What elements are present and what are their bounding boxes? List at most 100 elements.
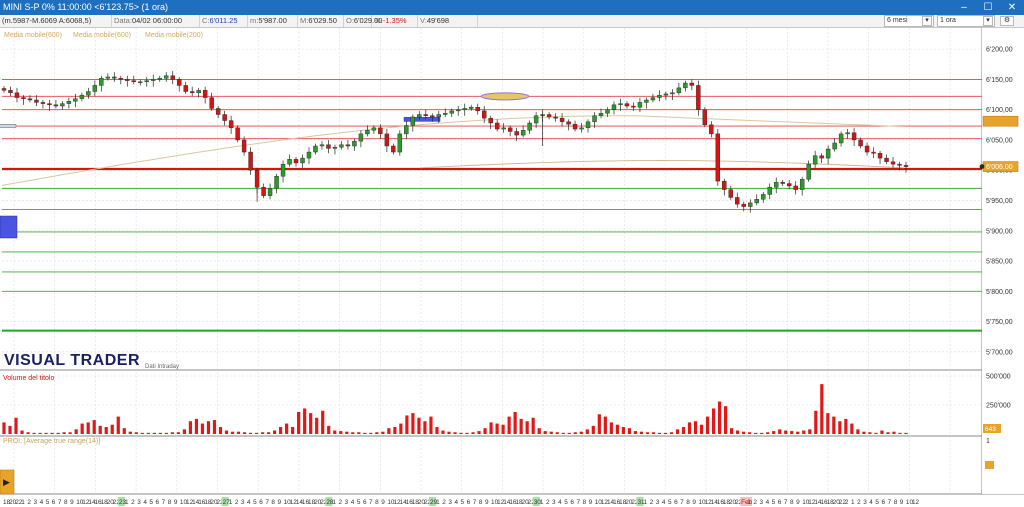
minimize-button[interactable]: –	[952, 0, 976, 15]
time-tick-label: 6	[467, 499, 471, 506]
volume-bar	[429, 416, 433, 434]
volume-bar	[597, 414, 601, 434]
chart-area[interactable]: 6'200,006'150,006'100,006'050,006'000,00…	[0, 28, 1024, 507]
volume-bar	[32, 432, 36, 434]
candle-body	[267, 188, 273, 196]
volume-bar	[856, 429, 860, 434]
volume-bar	[760, 432, 764, 434]
time-tick-label: 4	[766, 499, 770, 506]
chart-settings-icon[interactable]: ⚙	[1000, 16, 1014, 26]
drawing-rectangle	[403, 117, 441, 122]
candle-body	[670, 92, 675, 95]
interval-dropdown-icon[interactable]: ▾	[983, 16, 993, 26]
candle-body	[319, 144, 325, 147]
volume-bar	[657, 432, 662, 434]
period-dropdown-icon[interactable]: ▾	[922, 16, 932, 26]
volume-bar	[796, 431, 800, 434]
time-tick-label: 7	[888, 499, 892, 506]
volume-bar	[297, 411, 301, 434]
candle-body	[748, 202, 753, 207]
volume-bar	[868, 432, 872, 434]
volume-bar	[693, 421, 698, 434]
volume-bar	[56, 432, 60, 434]
volume-bar	[248, 432, 253, 434]
candle-body	[696, 85, 701, 110]
volume-bar	[802, 430, 806, 434]
time-tick-label: 2	[650, 499, 654, 506]
time-tick-label: 3	[448, 499, 452, 506]
candle-body	[631, 105, 636, 108]
time-tick-label: 8	[686, 499, 690, 506]
time-tick-label: 7	[369, 499, 373, 506]
volume-bar	[411, 413, 415, 434]
volume-bar	[188, 421, 193, 434]
candle-body	[469, 107, 474, 109]
close-button[interactable]: ✕	[1000, 0, 1024, 15]
last-price-label: 6'006.00	[986, 164, 1013, 171]
volume-bar	[754, 432, 758, 434]
volume-bar	[699, 424, 704, 434]
volume-bar	[321, 410, 325, 434]
candle-body	[196, 90, 201, 93]
candle-body	[151, 79, 156, 81]
time-tick-label: 3	[34, 499, 38, 506]
candle-body	[657, 94, 662, 98]
volume-bar	[2, 422, 6, 434]
volume-bar	[627, 428, 631, 434]
volume-bar	[555, 432, 559, 434]
candle-body	[79, 94, 85, 99]
maximize-button[interactable]: ☐	[976, 0, 1000, 15]
volume-bar	[200, 423, 205, 434]
time-tick-label: 3	[552, 499, 556, 506]
candle-body	[222, 114, 227, 121]
time-tick-label: 1	[229, 499, 233, 506]
candle-body	[73, 98, 78, 102]
time-tick-label: 1	[332, 499, 336, 506]
candle-body	[14, 92, 20, 98]
time-tick-label: 8	[168, 499, 172, 506]
volume-bar	[122, 428, 126, 434]
candle-body	[339, 144, 344, 148]
candle-body	[404, 125, 409, 135]
candle-body	[228, 120, 234, 129]
candle-body	[254, 170, 260, 188]
price-chart[interactable]: 6'200,006'150,006'100,006'050,006'000,00…	[0, 28, 1024, 507]
volume-bar	[381, 431, 385, 434]
time-tick-label: 3	[656, 499, 660, 506]
time-tick-label: 3	[863, 499, 867, 506]
time-tick-label: 4	[454, 499, 458, 506]
time-tick-label: 2	[845, 499, 849, 506]
legend-ma1: Media mobile(600)	[4, 32, 62, 39]
candle-body	[637, 102, 643, 108]
ohlc-range: (m.5987-M.6069 A:6068,5)	[0, 15, 112, 27]
time-tick-label: 2	[857, 499, 861, 506]
candle-body	[66, 100, 72, 104]
candle-body	[170, 75, 175, 80]
time-tick-label: 7	[162, 499, 166, 506]
volume-bar	[236, 431, 241, 434]
volume-bar	[711, 408, 716, 434]
candle-body	[676, 87, 682, 93]
candle-body	[767, 186, 772, 195]
volume-bar	[218, 427, 223, 434]
time-tick-label: 8	[271, 499, 275, 506]
candle-body	[845, 132, 850, 135]
time-tick-label: 1	[436, 499, 440, 506]
volume-bar	[387, 428, 391, 434]
time-tick-label: 7	[473, 499, 477, 506]
time-tick-label: 4	[247, 499, 251, 506]
volume-panel-title: Volume del titolo	[3, 375, 54, 382]
drawing-marker-left	[0, 124, 17, 128]
candle-body	[326, 144, 331, 149]
time-tick-label: 5	[461, 499, 465, 506]
volume-bar	[212, 420, 217, 434]
time-tick-label: 9	[174, 499, 178, 506]
candle-body	[131, 80, 136, 83]
time-tick-label: 8	[479, 499, 483, 506]
time-tick-label: 2	[131, 499, 135, 506]
candle-body	[793, 185, 798, 190]
volume-bar	[507, 416, 511, 434]
time-tick-label: 6	[156, 499, 160, 506]
candle-body	[507, 127, 513, 132]
volume-bar	[230, 431, 235, 434]
